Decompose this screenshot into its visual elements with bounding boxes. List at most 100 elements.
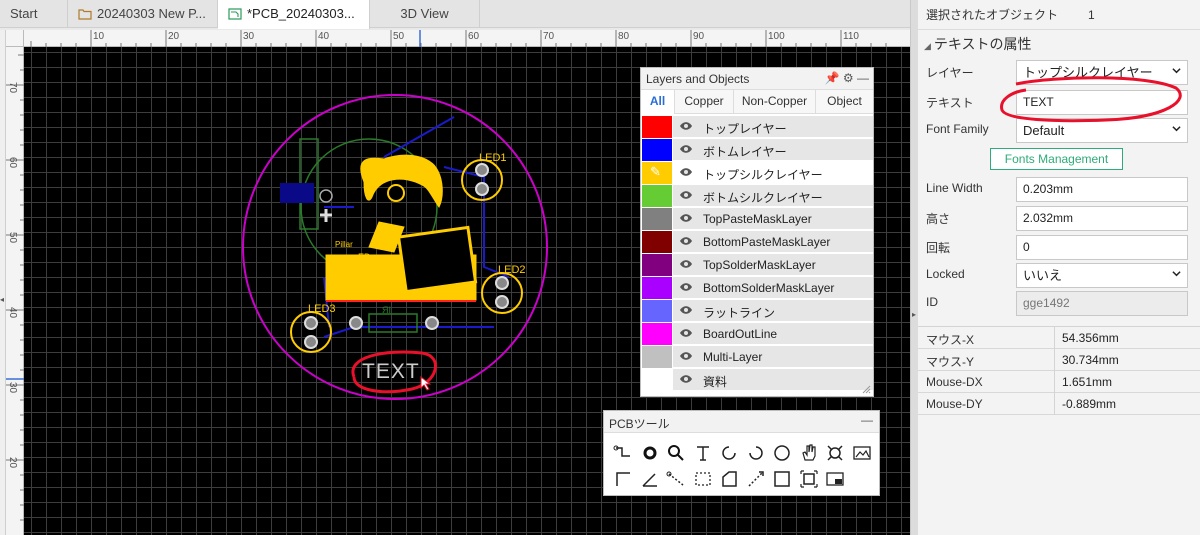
- eye-icon[interactable]: [679, 351, 693, 361]
- layer-row-body[interactable]: Multi-Layer: [673, 346, 873, 368]
- rectangle-icon[interactable]: [771, 468, 793, 490]
- pin-icon[interactable]: 📌: [825, 71, 840, 85]
- layer-row[interactable]: ラットライン: [641, 300, 873, 323]
- layers-tab-non-copper[interactable]: Non-Copper: [734, 90, 816, 114]
- via-icon[interactable]: [665, 442, 687, 464]
- line-icon[interactable]: [612, 468, 634, 490]
- layer-row-body[interactable]: TopPasteMaskLayer: [673, 208, 873, 230]
- layer-row[interactable]: トップレイヤー: [641, 116, 873, 139]
- layer-row[interactable]: ✎ トップシルクレイヤー: [641, 162, 873, 185]
- property-select[interactable]: いいえ: [1016, 263, 1188, 288]
- eye-icon[interactable]: [679, 305, 693, 315]
- layer-row-body[interactable]: ボトムシルクレイヤー: [673, 185, 873, 207]
- minimize-icon[interactable]: —: [861, 413, 873, 427]
- tab-3d-view[interactable]: 3D View: [370, 0, 480, 28]
- layer-row[interactable]: BottomSolderMaskLayer: [641, 277, 873, 300]
- eye-icon[interactable]: [679, 213, 693, 223]
- property-input[interactable]: TEXT: [1016, 90, 1188, 115]
- eye-icon[interactable]: [679, 144, 693, 154]
- wire-icon[interactable]: [612, 442, 634, 464]
- layer-row-body[interactable]: BottomPasteMaskLayer: [673, 231, 873, 253]
- eye-icon[interactable]: [679, 259, 693, 269]
- eye-icon[interactable]: [679, 328, 693, 338]
- angle-icon[interactable]: [639, 468, 661, 490]
- layer-row-body[interactable]: BottomSolderMaskLayer: [673, 277, 873, 299]
- pcb-tools-panel[interactable]: PCBツール —: [603, 410, 880, 496]
- property-input[interactable]: 2.032mm: [1016, 206, 1188, 231]
- layer-row[interactable]: ボトムシルクレイヤー: [641, 185, 873, 208]
- text-icon[interactable]: [692, 442, 714, 464]
- layer-row[interactable]: BottomPasteMaskLayer: [641, 231, 873, 254]
- layer-color-swatch[interactable]: [642, 346, 672, 368]
- eye-icon[interactable]: [679, 121, 693, 131]
- measure-icon[interactable]: [745, 468, 767, 490]
- layers-and-objects-panel[interactable]: Layers and Objects 📌 ⚙ — All Copper Non-…: [640, 67, 874, 397]
- layer-color-swatch[interactable]: [642, 208, 672, 230]
- layer-row[interactable]: 資料: [641, 369, 873, 392]
- fonts-management-button[interactable]: Fonts Management: [990, 148, 1123, 170]
- tab-start[interactable]: Start: [0, 0, 68, 28]
- layers-tab-copper[interactable]: Copper: [675, 90, 734, 114]
- layer-row-body[interactable]: トップレイヤー: [673, 116, 873, 138]
- property-input[interactable]: 0: [1016, 235, 1188, 260]
- via-marker[interactable]: [319, 189, 333, 203]
- arc-ccw-icon[interactable]: [745, 442, 767, 464]
- tab-project[interactable]: 20240303 New P...: [68, 0, 218, 28]
- tab-pcb[interactable]: *PCB_20240303...: [218, 0, 370, 29]
- layer-row-body[interactable]: ラットライン: [673, 300, 873, 322]
- layer-color-swatch[interactable]: [642, 254, 672, 276]
- rect-select-icon[interactable]: [692, 468, 714, 490]
- eye-icon[interactable]: [679, 282, 693, 292]
- layer-color-swatch[interactable]: [642, 231, 672, 253]
- layer-color-swatch[interactable]: [642, 369, 672, 391]
- layer-row[interactable]: ボトムレイヤー: [641, 139, 873, 162]
- layer-row[interactable]: TopPasteMaskLayer: [641, 208, 873, 231]
- layer-row[interactable]: Multi-Layer: [641, 346, 873, 369]
- minimize-icon[interactable]: —: [857, 71, 869, 85]
- led3-footprint[interactable]: [290, 311, 332, 353]
- property-select[interactable]: Default: [1016, 118, 1188, 143]
- led2-footprint[interactable]: [481, 272, 523, 314]
- led3-label[interactable]: LED3: [308, 303, 336, 315]
- layer-row-body[interactable]: TopSolderMaskLayer: [673, 254, 873, 276]
- layers-panel-header[interactable]: Layers and Objects 📌 ⚙ —: [641, 68, 873, 90]
- layer-color-swatch[interactable]: ✎: [642, 162, 672, 184]
- layer-color-swatch[interactable]: [642, 185, 672, 207]
- crop-icon[interactable]: [798, 468, 820, 490]
- layer-row-body[interactable]: トップシルクレイヤー: [673, 162, 873, 184]
- eye-icon[interactable]: [679, 190, 693, 200]
- image-icon[interactable]: [851, 442, 873, 464]
- copper-area-icon[interactable]: [824, 442, 846, 464]
- layer-color-swatch[interactable]: [642, 277, 672, 299]
- property-select[interactable]: トップシルクレイヤー: [1016, 60, 1188, 85]
- led1-footprint[interactable]: [461, 159, 503, 201]
- layer-row[interactable]: BoardOutLine: [641, 323, 873, 346]
- solid-region-icon[interactable]: [718, 468, 740, 490]
- eye-icon[interactable]: [679, 167, 693, 177]
- layer-color-swatch[interactable]: [642, 116, 672, 138]
- eye-icon[interactable]: [679, 374, 693, 384]
- layer-color-swatch[interactable]: [642, 300, 672, 322]
- layer-color-swatch[interactable]: [642, 323, 672, 345]
- dimension-icon[interactable]: [665, 468, 687, 490]
- layer-row-body[interactable]: BoardOutLine: [673, 323, 873, 345]
- pad-icon[interactable]: [639, 442, 661, 464]
- eye-icon[interactable]: [679, 236, 693, 246]
- arc-icon[interactable]: [718, 442, 740, 464]
- layers-tab-all[interactable]: All: [641, 90, 675, 114]
- resize-grip-icon[interactable]: [861, 384, 871, 394]
- layer-row-body[interactable]: ボトムレイヤー: [673, 139, 873, 161]
- resistor-footprint[interactable]: [349, 313, 439, 333]
- pcb-tools-header[interactable]: PCBツール —: [604, 411, 879, 433]
- gear-icon[interactable]: ⚙: [843, 71, 854, 85]
- led1-label[interactable]: LED1: [479, 152, 507, 164]
- hand-icon[interactable]: [798, 442, 820, 464]
- circle-icon[interactable]: [771, 442, 793, 464]
- text-attributes-header[interactable]: ◢ テキストの属性: [918, 30, 1200, 58]
- layer-color-swatch[interactable]: [642, 139, 672, 161]
- layers-tab-object[interactable]: Object: [816, 90, 873, 114]
- layer-row[interactable]: TopSolderMaskLayer: [641, 254, 873, 277]
- layer-row-body[interactable]: 資料: [673, 369, 873, 391]
- board-icon[interactable]: [824, 468, 846, 490]
- selected-silk-text[interactable]: TEXT: [362, 360, 420, 383]
